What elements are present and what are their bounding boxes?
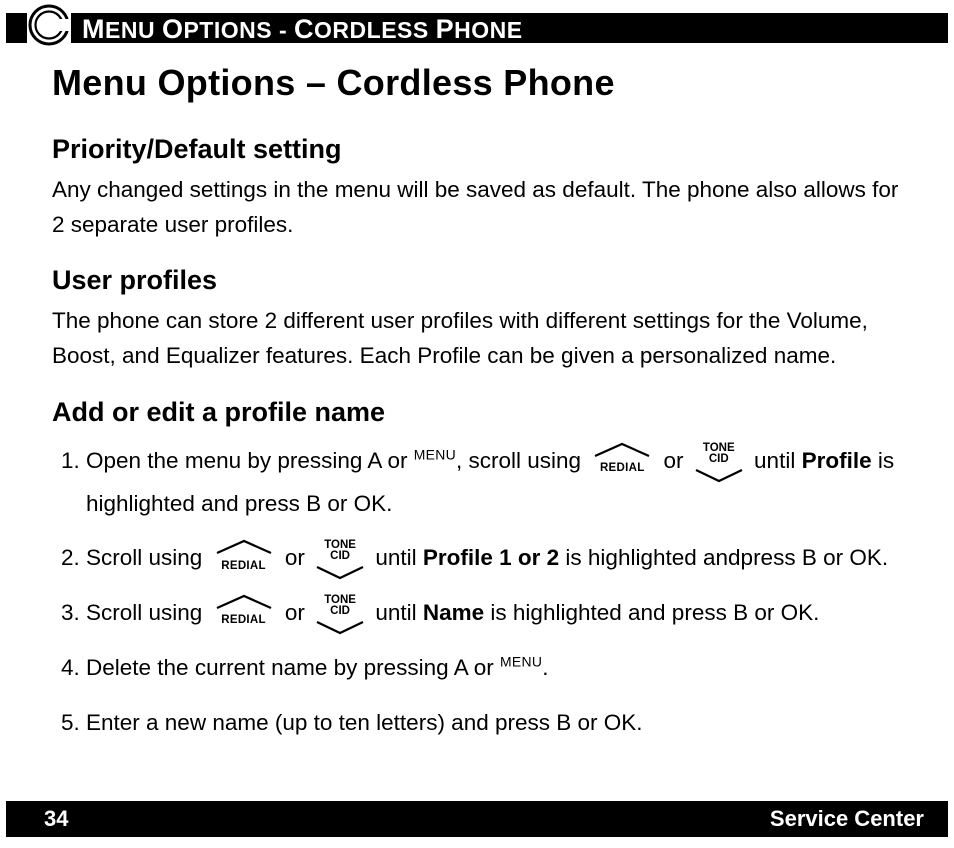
redial-up-icon: REDIAL xyxy=(209,602,279,626)
menu-key-icon: MENU xyxy=(500,653,542,669)
profile-bold: Profile xyxy=(802,448,872,473)
text: Enter a new name (up to ten letters) and… xyxy=(86,710,643,735)
text: , scroll using xyxy=(456,448,587,473)
text: is highlighted andpress B or OK. xyxy=(559,545,888,570)
tone-cid-down-icon: TONE CID xyxy=(311,602,369,626)
step-5: Enter a new name (up to ten letters) and… xyxy=(86,702,914,757)
profile12-bold: Profile 1 or 2 xyxy=(423,545,559,570)
section-priority-body: Any changed settings in the menu will be… xyxy=(52,173,914,243)
text: is highlighted and press B or OK. xyxy=(484,600,819,625)
chapter-title: MENU OPTIONS - CORDLESS PHONE xyxy=(82,14,523,45)
step-1: Open the menu by pressing A or MENU, scr… xyxy=(86,440,914,538)
text: Open the menu by pressing A or xyxy=(86,448,414,473)
page-number: 34 xyxy=(44,806,68,832)
text: . xyxy=(542,655,548,680)
steps-list: Open the menu by pressing A or MENU, scr… xyxy=(52,440,914,757)
text: until xyxy=(754,448,802,473)
section-userprofiles-heading: User profiles xyxy=(52,260,914,302)
redial-label: REDIAL xyxy=(209,610,279,632)
name-bold: Name xyxy=(423,600,484,625)
text: Delete the current name by pressing A or xyxy=(86,655,500,680)
section-addedit-heading: Add or edit a profile name xyxy=(52,392,914,434)
text: Scroll using xyxy=(86,545,209,570)
step-4: Delete the current name by pressing A or… xyxy=(86,647,914,702)
footer-service-center: Service Center xyxy=(770,806,924,832)
footer-bar: 34 Service Center xyxy=(6,801,948,837)
menu-key-icon: MENU xyxy=(414,446,456,462)
page-content: Menu Options – Cordless Phone Priority/D… xyxy=(52,50,914,778)
redial-up-icon: REDIAL xyxy=(587,450,657,474)
text: or xyxy=(279,600,312,625)
tone-cid-down-icon: TONE CID xyxy=(311,547,369,571)
text: until xyxy=(375,545,423,570)
text: until xyxy=(375,600,423,625)
section-priority-heading: Priority/Default setting xyxy=(52,129,914,171)
text: or xyxy=(657,448,690,473)
step-3: Scroll using REDIAL or TONE CID until Na… xyxy=(86,592,914,647)
tone-cid-down-icon: TONE CID xyxy=(690,450,748,474)
step-2: Scroll using REDIAL or TONE CID until Pr… xyxy=(86,537,914,592)
text: Scroll using xyxy=(86,600,209,625)
redial-label: REDIAL xyxy=(587,458,657,480)
page-title: Menu Options – Cordless Phone xyxy=(52,55,914,111)
redial-label: REDIAL xyxy=(209,556,279,578)
section-userprofiles-body: The phone can store 2 different user pro… xyxy=(52,304,914,374)
text: or xyxy=(279,545,312,570)
logo-circle-icon xyxy=(27,3,71,47)
redial-up-icon: REDIAL xyxy=(209,547,279,571)
